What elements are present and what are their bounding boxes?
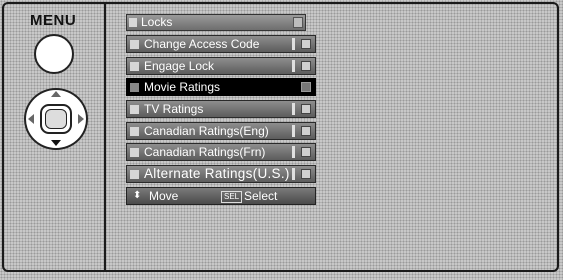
item-bullet-icon (130, 83, 139, 93)
title-bullet-icon (129, 18, 137, 27)
osd-title: Locks (141, 15, 173, 29)
up-arrow-icon[interactable] (51, 91, 61, 97)
select-hint: Select (244, 188, 278, 203)
item-bullet-icon (130, 40, 139, 49)
menu-item-label: Canadian Ratings(Frn) (144, 145, 266, 160)
dpad-center-inner (45, 109, 67, 129)
panel-divider (104, 4, 106, 270)
menu-item-change-access-code[interactable]: Change Access Code (126, 35, 316, 53)
menu-item-tv-ratings[interactable]: TV Ratings (126, 100, 316, 119)
item-notch (292, 103, 295, 116)
menu-item-alternate-ratings[interactable]: Alternate Ratings(U.S.) (126, 165, 316, 184)
sel-key-icon: SEL (221, 190, 243, 203)
item-arrow-icon (301, 147, 311, 158)
menu-item-label: Engage Lock (144, 58, 215, 73)
move-hint: Move (149, 188, 179, 203)
menu-item-label: Canadian Ratings(Eng) (144, 123, 269, 138)
menu-button[interactable] (34, 34, 74, 74)
item-bullet-icon (130, 148, 139, 158)
close-icon[interactable] (293, 17, 303, 28)
item-bullet-icon (130, 126, 139, 136)
left-arrow-icon[interactable] (28, 114, 34, 124)
item-arrow-icon (301, 39, 311, 49)
menu-item-label: TV Ratings (144, 102, 204, 117)
menu-item-label: Alternate Ratings(U.S.) (144, 166, 290, 182)
dpad[interactable] (24, 88, 88, 150)
menu-item-engage-lock[interactable]: Engage Lock (126, 56, 316, 75)
item-notch (292, 38, 295, 50)
item-notch (292, 124, 295, 137)
right-arrow-icon[interactable] (78, 114, 84, 124)
osd-title-bar: Locks (126, 14, 306, 31)
item-notch (292, 168, 295, 181)
item-arrow-icon (301, 104, 311, 115)
item-bullet-icon (130, 105, 139, 115)
menu-item-label: Movie Ratings (144, 80, 221, 95)
item-bullet-icon (130, 170, 139, 180)
item-arrow-icon (301, 60, 311, 71)
menu-item-label: Change Access Code (144, 37, 260, 51)
osd-footer: ⬍ Move SEL Select (126, 186, 316, 205)
menu-item-canadian-ratings-frn[interactable]: Canadian Ratings(Frn) (126, 143, 316, 162)
item-arrow-icon (301, 169, 311, 180)
dpad-center-button[interactable] (40, 104, 72, 134)
menu-item-movie-ratings[interactable]: Movie Ratings (126, 78, 316, 97)
menu-label: MENU (30, 12, 77, 29)
item-notch (292, 146, 295, 159)
up-down-icon: ⬍ (133, 189, 142, 201)
down-arrow-icon[interactable] (51, 140, 61, 146)
screen: MENU Locks Change Access Code Engage Loc… (0, 0, 563, 280)
item-arrow-icon (301, 125, 311, 136)
item-arrow-icon (301, 82, 311, 93)
osd-menu: Locks Change Access Code Engage Lock Mov… (126, 14, 318, 205)
item-bullet-icon (130, 61, 139, 71)
item-notch (292, 59, 295, 72)
osd-item-list: Change Access Code Engage Lock Movie Rat… (126, 35, 318, 184)
menu-item-canadian-ratings-eng[interactable]: Canadian Ratings(Eng) (126, 121, 316, 140)
